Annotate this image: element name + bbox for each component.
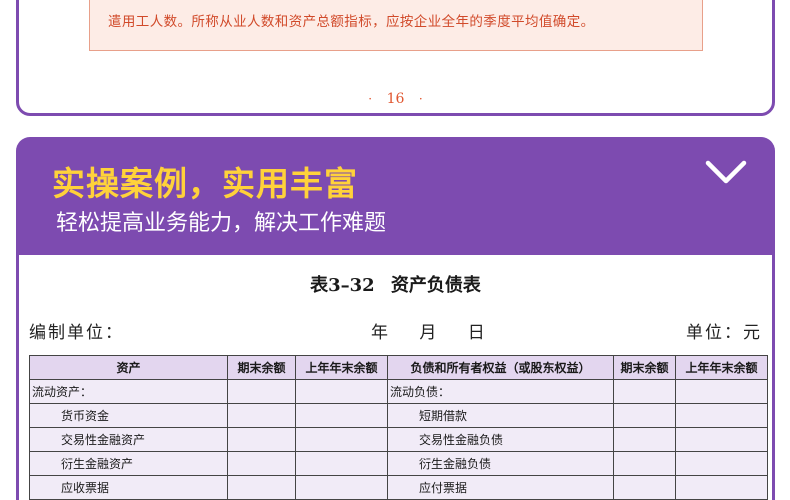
liab-prior-cell xyxy=(675,475,768,500)
document-page: 表3–32 资产负债表 编制单位： 年 月 日 单位：元 资产 期末余额 上年年… xyxy=(19,255,772,500)
header-assets: 资产 xyxy=(29,355,228,380)
liab-end-cell xyxy=(613,427,676,452)
page-number-value: 16 xyxy=(386,91,405,107)
asset-end-cell xyxy=(227,475,296,500)
asset-item: 应收票据 xyxy=(29,475,228,500)
liab-prior-cell xyxy=(675,403,768,428)
liability-item: 衍生金融负债 xyxy=(387,451,614,476)
asset-prior-cell xyxy=(295,475,388,500)
section-subheadline: 轻松提高业务能力，解决工作难题 xyxy=(56,211,387,236)
page-dot-left: · xyxy=(368,92,373,106)
feature-section: 实操案例，实用丰富 轻松提高业务能力，解决工作难题 表3–32 资产负债表 编制… xyxy=(16,137,775,500)
liab-end-cell xyxy=(613,403,676,428)
asset-item: 交易性金融资产 xyxy=(29,427,228,452)
asset-prior-cell xyxy=(295,451,388,476)
liability-item: 应付票据 xyxy=(387,475,614,500)
table-header-row: 资产 期末余额 上年年末余额 负债和所有者权益（或股东权益） 期末余额 上年年末… xyxy=(29,355,768,380)
liab-end-cell xyxy=(613,475,676,500)
table-row: 货币资金 短期借款 xyxy=(29,403,768,428)
liab-end-cell xyxy=(613,451,676,476)
header-asset-prior-balance: 上年年末余额 xyxy=(295,355,388,380)
asset-prior-cell xyxy=(295,403,388,428)
table-title: 表3–32 资产负债表 xyxy=(310,275,481,296)
liability-item: 流动负债： xyxy=(387,379,614,404)
currency-unit-label: 单位：元 xyxy=(686,323,762,343)
table-row: 衍生金融资产 衍生金融负债 xyxy=(29,451,768,476)
liab-end-cell xyxy=(613,379,676,404)
liab-prior-cell xyxy=(675,379,768,404)
asset-end-cell xyxy=(227,427,296,452)
asset-prior-cell xyxy=(295,379,388,404)
table-row: 交易性金融资产 交易性金融负债 xyxy=(29,427,768,452)
note-box: 遣用工人数。所称从业人数和资产总额指标，应按企业全年的季度平均值确定。 xyxy=(89,0,703,51)
asset-item: 流动资产： xyxy=(29,379,228,404)
asset-end-cell xyxy=(227,379,296,404)
asset-prior-cell xyxy=(295,427,388,452)
date-label: 年 月 日 xyxy=(371,323,485,343)
chevron-down-icon[interactable] xyxy=(704,157,748,187)
liability-item: 交易性金融负债 xyxy=(387,427,614,452)
liability-item: 短期借款 xyxy=(387,403,614,428)
liab-prior-cell xyxy=(675,427,768,452)
balance-sheet-table: 资产 期末余额 上年年末余额 负债和所有者权益（或股东权益） 期末余额 上年年末… xyxy=(29,355,768,500)
asset-item: 衍生金融资产 xyxy=(29,451,228,476)
header-liab-prior-balance: 上年年末余额 xyxy=(675,355,768,380)
table-row: 应收票据 应付票据 xyxy=(29,475,768,500)
asset-item: 货币资金 xyxy=(29,403,228,428)
asset-end-cell xyxy=(227,403,296,428)
page-number: · 16 · xyxy=(19,91,772,107)
table-row: 流动资产： 流动负债： xyxy=(29,379,768,404)
section-headline: 实操案例，实用丰富 xyxy=(52,164,358,203)
header-asset-end-balance: 期末余额 xyxy=(227,355,296,380)
liab-prior-cell xyxy=(675,451,768,476)
header-liab-end-balance: 期末余额 xyxy=(613,355,676,380)
preparer-label: 编制单位： xyxy=(29,323,124,343)
note-text: 遣用工人数。所称从业人数和资产总额指标，应按企业全年的季度平均值确定。 xyxy=(108,14,595,30)
previous-page-card: 遣用工人数。所称从业人数和资产总额指标，应按企业全年的季度平均值确定。 · 16… xyxy=(16,0,775,116)
header-liabilities-equity: 负债和所有者权益（或股东权益） xyxy=(387,355,614,380)
asset-end-cell xyxy=(227,451,296,476)
page-dot-right: · xyxy=(418,92,423,106)
